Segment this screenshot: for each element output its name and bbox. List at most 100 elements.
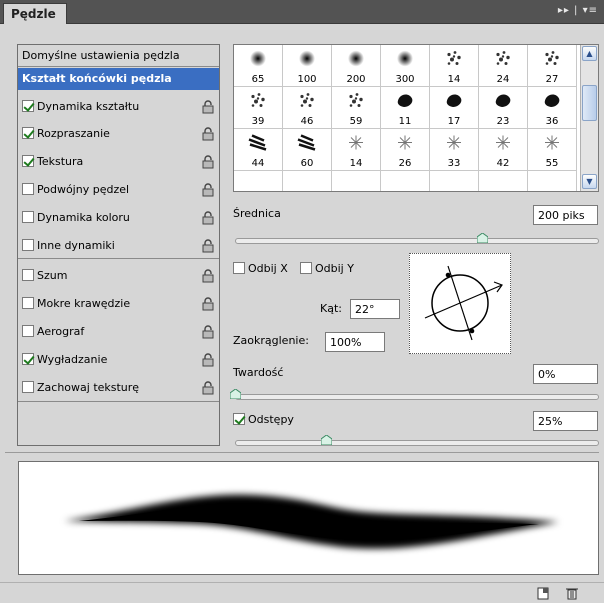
brush-setting-8[interactable]: Mokre krawędzie bbox=[18, 293, 219, 315]
spacing-control[interactable]: Odstępy bbox=[233, 413, 294, 426]
lock-icon[interactable] bbox=[202, 297, 214, 311]
hardness-slider-knob[interactable] bbox=[229, 389, 241, 399]
brush-tip[interactable]: 300 bbox=[381, 45, 430, 87]
brush-tip[interactable]: 17 bbox=[430, 87, 479, 129]
brush-setting-checkbox[interactable] bbox=[22, 353, 34, 365]
lock-icon[interactable] bbox=[202, 183, 214, 197]
diameter-slider[interactable] bbox=[235, 238, 599, 244]
brush-setting-5[interactable]: Dynamika koloru bbox=[18, 207, 219, 229]
flip-y-checkbox[interactable] bbox=[300, 262, 312, 274]
flip-x-checkbox[interactable] bbox=[233, 262, 245, 274]
section-separator bbox=[18, 401, 219, 402]
brush-setting-checkbox[interactable] bbox=[22, 211, 34, 223]
trash-icon[interactable] bbox=[566, 587, 578, 600]
flip-x-control[interactable]: Odbij X bbox=[233, 262, 288, 275]
scroll-up-icon[interactable]: ▲ bbox=[582, 46, 597, 61]
hardness-slider[interactable] bbox=[235, 394, 599, 400]
brush-tip[interactable]: 55 bbox=[528, 129, 577, 171]
brush-setting-checkbox[interactable] bbox=[22, 269, 34, 281]
grid-scrollbar[interactable]: ▲ ▼ bbox=[580, 45, 598, 191]
flip-y-label: Odbij Y bbox=[315, 262, 354, 275]
brush-stroke-preview bbox=[64, 494, 559, 549]
lock-icon[interactable] bbox=[202, 325, 214, 339]
brush-setting-label: Podwójny pędzel bbox=[37, 183, 130, 196]
diameter-input[interactable]: 200 piks bbox=[533, 205, 598, 225]
brush-tip[interactable] bbox=[430, 171, 479, 191]
brush-setting-checkbox[interactable] bbox=[22, 127, 34, 139]
brush-tip-preview bbox=[543, 134, 561, 155]
lock-icon[interactable] bbox=[202, 353, 214, 367]
brush-setting-4[interactable]: Podwójny pędzel bbox=[18, 179, 219, 201]
brush-tip[interactable] bbox=[381, 171, 430, 191]
lock-icon[interactable] bbox=[202, 127, 214, 141]
brush-setting-9[interactable]: Aerograf bbox=[18, 321, 219, 343]
brush-tip[interactable]: 14 bbox=[332, 129, 381, 171]
brush-tip[interactable] bbox=[283, 171, 332, 191]
brush-setting-checkbox[interactable] bbox=[22, 100, 34, 112]
brush-tip-size: 200 bbox=[346, 74, 366, 85]
brush-presets-button[interactable]: Domyślne ustawienia pędzla bbox=[18, 45, 219, 67]
brush-setting-checkbox[interactable] bbox=[22, 325, 34, 337]
hardness-input[interactable]: 0% bbox=[533, 364, 598, 384]
brush-tip[interactable]: 33 bbox=[430, 129, 479, 171]
brush-setting-2[interactable]: Rozpraszanie bbox=[18, 123, 219, 145]
brush-tip[interactable]: 100 bbox=[283, 45, 332, 87]
brush-setting-1[interactable]: Dynamika kształtu bbox=[18, 96, 219, 118]
brush-setting-7[interactable]: Szum bbox=[18, 265, 219, 287]
brush-setting-checkbox[interactable] bbox=[22, 297, 34, 309]
brush-tip[interactable]: 27 bbox=[528, 45, 577, 87]
lock-icon[interactable] bbox=[202, 269, 214, 283]
spacing-slider[interactable] bbox=[235, 440, 599, 446]
brush-tip-preview bbox=[493, 91, 513, 114]
brush-tip[interactable] bbox=[332, 171, 381, 191]
brush-setting-3[interactable]: Tekstura bbox=[18, 151, 219, 173]
brush-tip[interactable]: 11 bbox=[381, 87, 430, 129]
new-brush-icon[interactable] bbox=[537, 587, 549, 600]
brush-setting-checkbox[interactable] bbox=[22, 381, 34, 393]
brush-setting-checkbox[interactable] bbox=[22, 155, 34, 167]
brush-angle-preview[interactable] bbox=[409, 253, 511, 354]
brush-tip[interactable] bbox=[528, 171, 577, 191]
brush-setting-label: Dynamika kształtu bbox=[37, 100, 140, 113]
scroll-down-icon[interactable]: ▼ bbox=[582, 174, 597, 189]
brush-tip-preview bbox=[445, 134, 463, 155]
lock-icon[interactable] bbox=[202, 155, 214, 169]
brush-setting-label: Zachowaj teksturę bbox=[37, 381, 140, 394]
brush-tip[interactable]: 44 bbox=[234, 129, 283, 171]
brush-tip[interactable]: 200 bbox=[332, 45, 381, 87]
brush-tip[interactable]: 46 bbox=[283, 87, 332, 129]
spacing-slider-knob[interactable] bbox=[320, 435, 332, 445]
brush-tip[interactable]: 59 bbox=[332, 87, 381, 129]
panel-menu-icon[interactable]: ▸▸ | ▾≡ bbox=[558, 5, 598, 16]
brush-tip[interactable]: 36 bbox=[528, 87, 577, 129]
brush-tip[interactable]: 24 bbox=[479, 45, 528, 87]
brush-setting-checkbox[interactable] bbox=[22, 239, 34, 251]
brush-tip[interactable]: 39 bbox=[234, 87, 283, 129]
spacing-input[interactable]: 25% bbox=[533, 411, 598, 431]
spacing-checkbox[interactable] bbox=[233, 413, 245, 425]
lock-icon[interactable] bbox=[202, 211, 214, 225]
lock-icon[interactable] bbox=[202, 239, 214, 253]
angle-input[interactable]: 22° bbox=[350, 299, 400, 319]
brush-tip[interactable]: 65 bbox=[234, 45, 283, 87]
lock-icon[interactable] bbox=[202, 381, 214, 395]
brush-tip-preview bbox=[296, 132, 318, 157]
brush-tip[interactable]: 14 bbox=[430, 45, 479, 87]
brush-tip[interactable]: 42 bbox=[479, 129, 528, 171]
diameter-slider-knob[interactable] bbox=[477, 233, 489, 243]
brush-tip[interactable] bbox=[479, 171, 528, 191]
brush-setting-11[interactable]: Zachowaj teksturę bbox=[18, 377, 219, 399]
brush-setting-6[interactable]: Inne dynamiki bbox=[18, 235, 219, 257]
brush-setting-10[interactable]: Wygładzanie bbox=[18, 349, 219, 371]
roundness-input[interactable]: 100% bbox=[325, 332, 385, 352]
brush-setting-checkbox[interactable] bbox=[22, 183, 34, 195]
brush-tip[interactable]: 23 bbox=[479, 87, 528, 129]
flip-y-control[interactable]: Odbij Y bbox=[300, 262, 354, 275]
brush-setting-0[interactable]: Kształt końcówki pędzla bbox=[18, 68, 219, 90]
brush-tip[interactable]: 26 bbox=[381, 129, 430, 171]
scroll-thumb[interactable] bbox=[582, 85, 597, 121]
panel-tab[interactable]: Pędzle bbox=[3, 3, 67, 24]
brush-tip[interactable] bbox=[234, 171, 283, 191]
brush-tip[interactable]: 60 bbox=[283, 129, 332, 171]
lock-icon[interactable] bbox=[202, 100, 214, 114]
